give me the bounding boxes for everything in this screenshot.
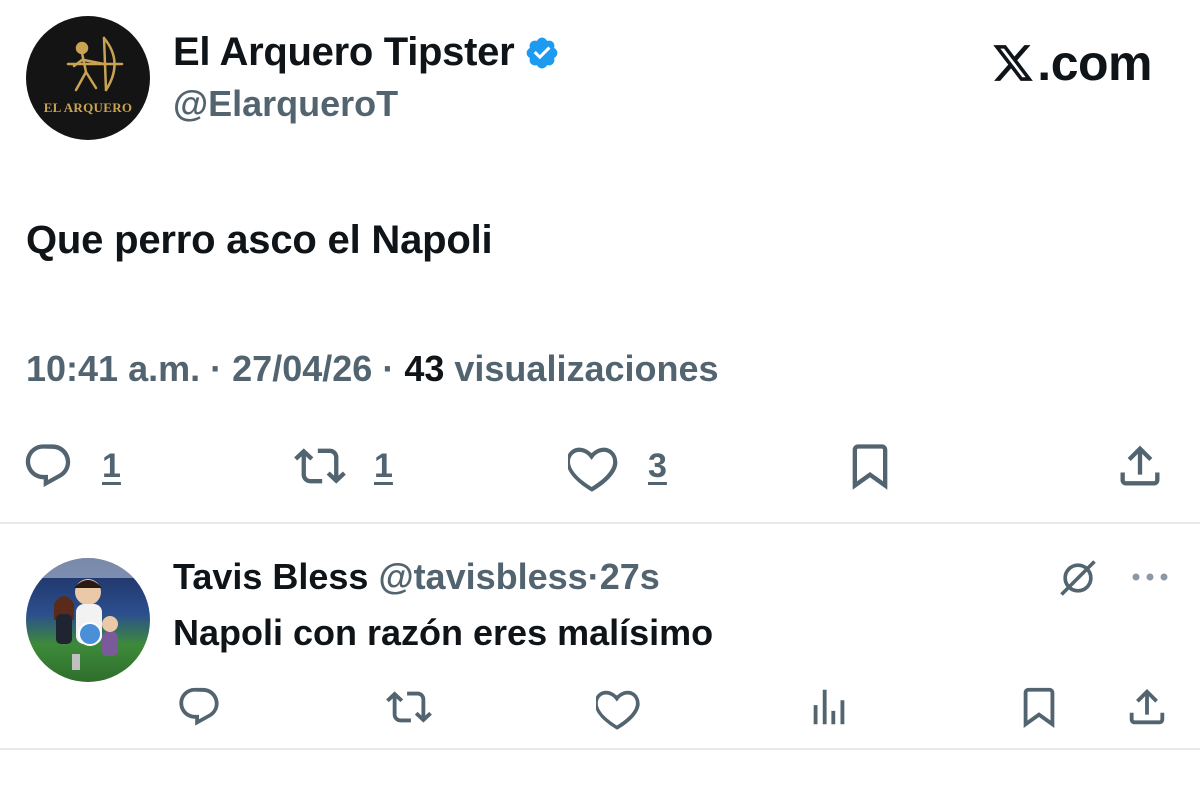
reply-retweet-button[interactable] <box>386 684 432 735</box>
share-button[interactable] <box>1114 440 1166 492</box>
reply-separator: · <box>587 556 600 597</box>
views-count: 43 <box>404 348 445 389</box>
reply-reply-button[interactable] <box>176 684 222 735</box>
like-icon <box>594 690 640 730</box>
reply-handle[interactable]: @tavisbless <box>378 556 587 597</box>
x-logo-icon <box>993 45 1034 81</box>
like-button[interactable]: 3 <box>568 440 667 492</box>
author-handle[interactable]: @ElarqueroT <box>173 83 398 125</box>
grok-icon[interactable] <box>1056 556 1100 600</box>
reply-header: Tavis Bless @tavisbless·27s <box>173 556 660 598</box>
meta-separator: · <box>210 348 223 389</box>
x-com-brand: .com <box>991 34 1152 92</box>
share-icon <box>1120 445 1160 486</box>
retweet-count[interactable]: 1 <box>374 447 393 486</box>
reply-button[interactable]: 1 <box>22 440 121 492</box>
bookmark-icon <box>852 444 888 490</box>
reply-icon <box>179 687 219 726</box>
divider <box>0 748 1200 750</box>
author-name-text: El Arquero Tipster <box>173 30 515 74</box>
reply-views-button[interactable] <box>806 684 852 735</box>
avatar-illustration <box>26 558 150 670</box>
reply-text: Napoli con razón eres malísimo <box>173 612 714 653</box>
verified-badge-icon[interactable] <box>524 35 560 71</box>
retweet-icon <box>386 691 432 723</box>
reply-bookmark-button[interactable] <box>1016 684 1062 735</box>
retweet-icon <box>294 448 346 484</box>
reply-share-button[interactable] <box>1124 684 1170 735</box>
archer-logo-icon <box>66 36 124 92</box>
like-icon <box>568 447 618 492</box>
tweet-metadata: 10:41 a.m. · 27/04/26 · 43 visualizacion… <box>26 348 719 390</box>
reply-like-button[interactable] <box>594 684 642 735</box>
more-icon[interactable] <box>1128 562 1172 592</box>
reply-time[interactable]: 27s <box>600 556 660 597</box>
bookmark-icon <box>1023 687 1055 728</box>
meta-separator: · <box>382 348 395 389</box>
author-avatar[interactable]: EL ARQUERO <box>26 16 150 140</box>
reply-icon <box>25 444 71 488</box>
divider <box>0 522 1200 524</box>
tweet-date[interactable]: 27/04/26 <box>232 348 372 389</box>
tweet-time[interactable]: 10:41 a.m. <box>26 348 200 389</box>
share-icon <box>1129 688 1165 725</box>
bookmark-button[interactable] <box>844 440 896 492</box>
avatar-logo-text: EL ARQUERO <box>43 100 133 115</box>
tweet-text: Que perro asco el Napoli <box>26 218 493 262</box>
like-count[interactable]: 3 <box>648 447 667 486</box>
views-label: visualizaciones <box>454 348 719 389</box>
views-icon <box>813 689 845 725</box>
reply-avatar[interactable] <box>26 558 150 682</box>
reply-display-name[interactable]: Tavis Bless <box>173 556 368 597</box>
brand-suffix: .com <box>1037 35 1152 91</box>
reply-count[interactable]: 1 <box>102 447 121 486</box>
retweet-button[interactable]: 1 <box>294 440 393 492</box>
author-display-name[interactable]: El Arquero Tipster <box>173 30 560 75</box>
